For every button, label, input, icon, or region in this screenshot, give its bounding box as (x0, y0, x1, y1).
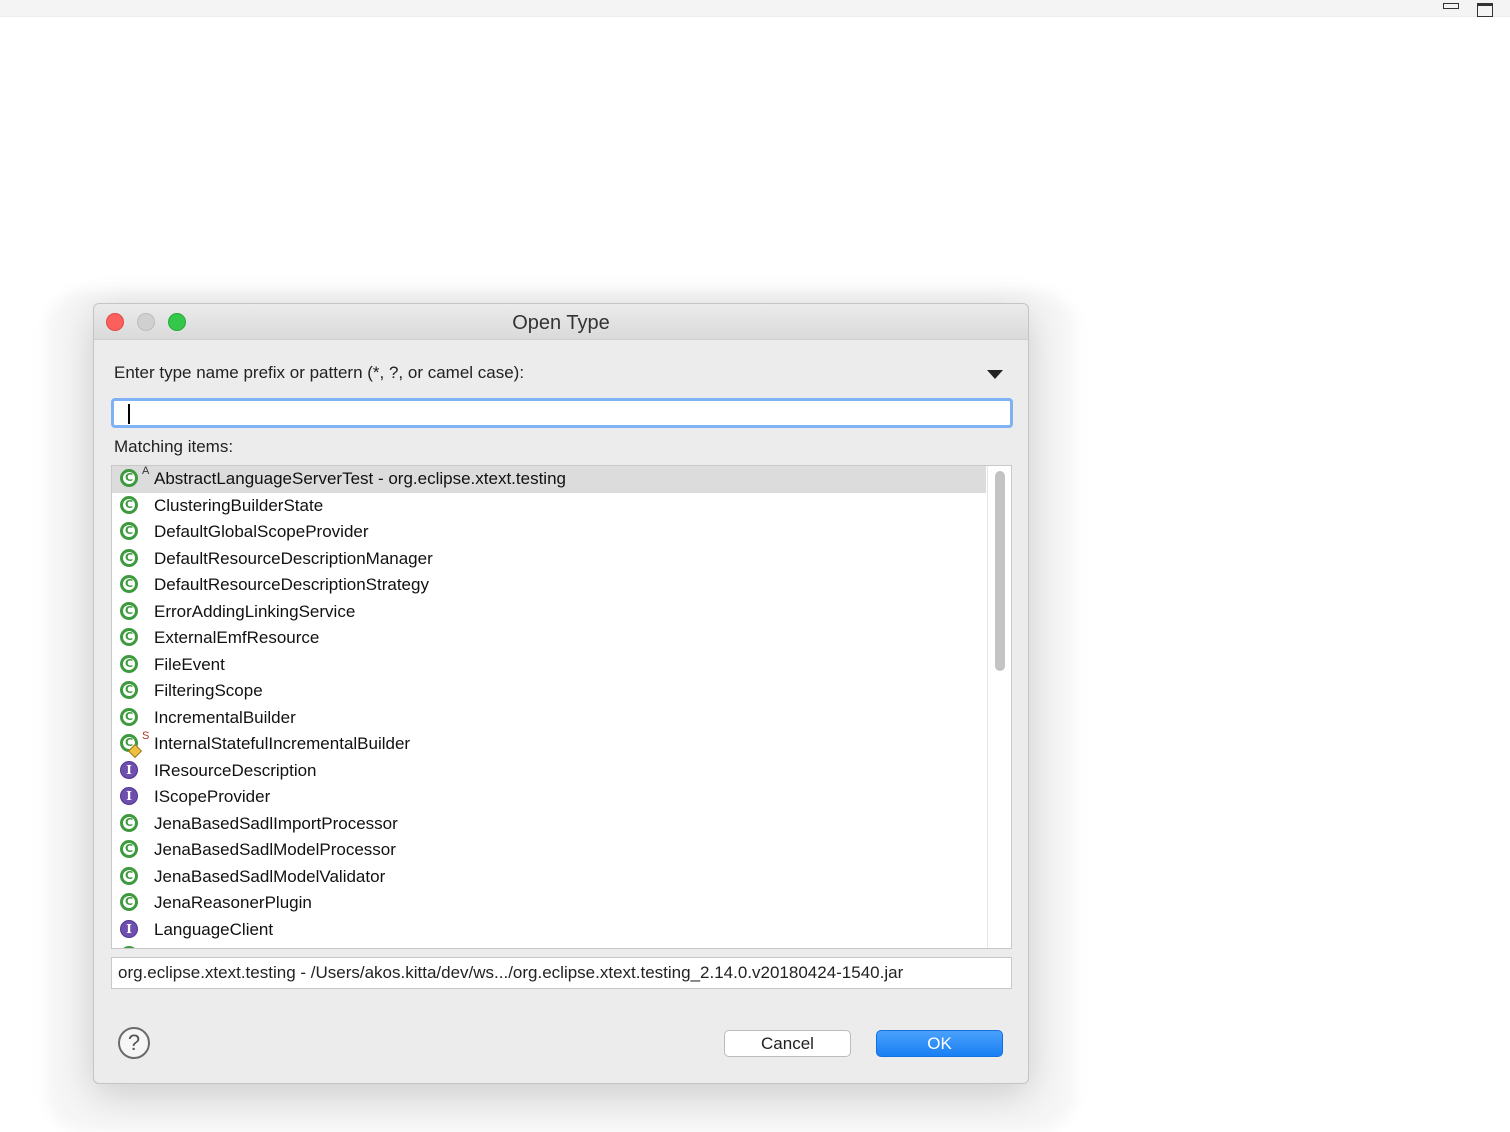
list-item[interactable]: C (112, 943, 1011, 948)
matching-items-label: Matching items: (114, 437, 234, 456)
background-window-strip (0, 0, 1510, 17)
list-item-label: FileEvent (154, 654, 225, 674)
list-item[interactable]: C JenaBasedSadlModelValidator (112, 864, 1011, 891)
dialog-title: Open Type (512, 312, 610, 334)
list-item[interactable]: C DefaultGlobalScopeProvider (112, 519, 1011, 546)
list-item-label: FilteringScope (154, 681, 263, 701)
class-icon: C (120, 893, 138, 911)
list-item[interactable]: C DefaultResourceDescriptionManager (112, 546, 1011, 573)
open-type-dialog: Open Type Enter type name prefix or patt… (93, 303, 1029, 1084)
class-icon: C (120, 575, 138, 593)
class-icon: C (120, 654, 138, 673)
class-icon: C (120, 707, 138, 726)
list-item[interactable]: I IScopeProvider (112, 784, 1011, 811)
class-icon: C (120, 946, 138, 948)
list-item-label: DefaultGlobalScopeProvider (154, 522, 369, 542)
list-item[interactable]: C S InternalStatefulIncrementalBuilder (112, 730, 1011, 759)
history-dropdown-icon[interactable] (987, 370, 1003, 379)
matching-items-list[interactable]: C A AbstractLanguageServerTest - org.eclip… (111, 465, 1012, 949)
list-item-label: ErrorAddingLinkingService (154, 601, 356, 621)
help-button[interactable]: ? (118, 1027, 150, 1059)
list-item[interactable]: C FilteringScope (112, 678, 1011, 705)
class-icon: C (120, 469, 138, 487)
list-item-label: InternalStatefulIncrementalBuilder (154, 734, 411, 754)
interface-icon: I (120, 919, 138, 938)
class-icon: C (120, 813, 138, 832)
list-item[interactable]: I LanguageClient (112, 917, 1011, 944)
class-icon: C (120, 840, 138, 858)
list-item-label: IScopeProvider (154, 787, 271, 807)
interface-icon: I (120, 787, 138, 805)
ok-button[interactable]: OK (876, 1030, 1003, 1057)
list-item-label: IResourceDescription (154, 760, 317, 780)
list-item[interactable]: C JenaReasonerPlugin (112, 890, 1011, 917)
class-icon: C (120, 601, 138, 620)
list-item-label: DefaultResourceDescriptionStrategy (154, 575, 429, 595)
list-item[interactable]: C DefaultResourceDescriptionStrategy (112, 572, 1011, 599)
static-overlay-icon: S (142, 730, 150, 742)
minimize-icon[interactable] (1443, 3, 1459, 9)
list-item-label: JenaBasedSadlImportProcessor (154, 813, 398, 833)
maximize-icon[interactable] (1477, 3, 1493, 17)
pattern-prompt-label: Enter type name prefix or pattern (*, ?,… (114, 363, 525, 382)
class-icon: C (120, 628, 138, 646)
class-icon: C (120, 495, 138, 514)
list-item-label: JenaBasedSadlModelValidator (154, 866, 386, 886)
class-icon: C (120, 866, 138, 885)
text-caret (128, 404, 130, 424)
list-item-label: LanguageClient (154, 919, 274, 939)
list-item-label: ClusteringBuilderState (154, 495, 324, 515)
list-item-label: JenaReasonerPlugin (154, 893, 312, 913)
list-item[interactable]: C JenaBasedSadlModelProcessor (112, 837, 1011, 864)
list-scrollbar[interactable] (987, 466, 1011, 948)
cancel-button[interactable]: Cancel (724, 1030, 851, 1057)
list-item[interactable]: I IResourceDescription (112, 758, 1011, 785)
scrollbar-thumb[interactable] (995, 471, 1005, 671)
list-item-label: JenaBasedSadlModelProcessor (154, 840, 396, 860)
list-item-label: AbstractLanguageServerTest - org.eclipse… (154, 469, 566, 489)
abstract-overlay-icon: A (142, 465, 150, 477)
list-item[interactable]: C A AbstractLanguageServerTest - org.eclip… (112, 466, 986, 493)
list-item-label: IncrementalBuilder (154, 707, 296, 727)
list-item-label: ExternalEmfResource (154, 628, 320, 648)
list-item[interactable]: C ClusteringBuilderState (112, 493, 1011, 520)
interface-icon: I (120, 760, 138, 779)
list-item[interactable]: C JenaBasedSadlImportProcessor (112, 811, 1011, 838)
class-icon: C (120, 548, 138, 567)
selected-type-location: org.eclipse.xtext.testing - /Users/akos.… (111, 957, 1012, 989)
class-icon: C (120, 681, 138, 699)
list-item[interactable]: C FileEvent (112, 652, 1011, 679)
list-item[interactable]: C IncrementalBuilder (112, 705, 1011, 732)
list-item[interactable]: C ErrorAddingLinkingService (112, 599, 1011, 626)
class-icon: C (120, 522, 138, 540)
type-pattern-input[interactable] (111, 398, 1013, 428)
title-bar: Open Type (94, 304, 1028, 340)
list-item-label: DefaultResourceDescriptionManager (154, 548, 433, 568)
list-item[interactable]: C ExternalEmfResource (112, 625, 1011, 652)
